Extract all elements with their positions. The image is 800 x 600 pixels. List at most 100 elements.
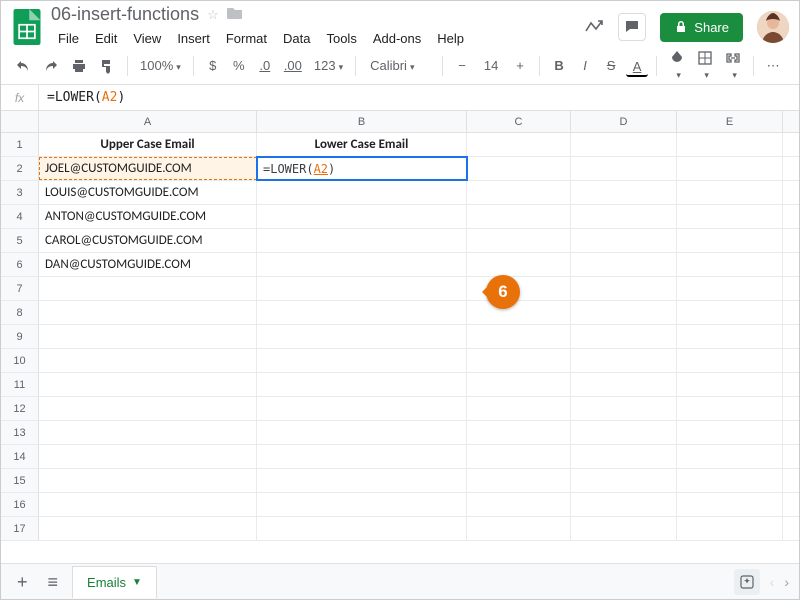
row-header-11[interactable]: 11: [1, 373, 39, 396]
cell-E5[interactable]: [677, 229, 783, 252]
cell-B14[interactable]: [257, 445, 467, 468]
cell-D6[interactable]: [571, 253, 677, 276]
star-icon[interactable]: ☆: [207, 7, 219, 23]
cell-C14[interactable]: [467, 445, 571, 468]
row-header-7[interactable]: 7: [1, 277, 39, 300]
cell-B10[interactable]: [257, 349, 467, 372]
cell-E15[interactable]: [677, 469, 783, 492]
cell-D15[interactable]: [571, 469, 677, 492]
number-format-select[interactable]: 123: [310, 54, 347, 77]
cell-B13[interactable]: [257, 421, 467, 444]
cell-A14[interactable]: [39, 445, 257, 468]
cell-B16[interactable]: [257, 493, 467, 516]
zoom-select[interactable]: 100%: [136, 54, 185, 77]
menu-edit[interactable]: Edit: [88, 27, 124, 50]
col-header-C[interactable]: C: [467, 111, 571, 132]
cell-B2[interactable]: =LOWER(A2): [257, 157, 467, 180]
row-header-4[interactable]: 4: [1, 205, 39, 228]
cell-E10[interactable]: [677, 349, 783, 372]
fill-color-button[interactable]: [665, 46, 689, 85]
cell-D8[interactable]: [571, 301, 677, 324]
cell-E17[interactable]: [677, 517, 783, 540]
cell-D12[interactable]: [571, 397, 677, 420]
cell-D4[interactable]: [571, 205, 677, 228]
strike-button[interactable]: S: [600, 54, 622, 77]
bold-button[interactable]: B: [548, 54, 570, 77]
print-button[interactable]: [67, 54, 91, 78]
cell-D14[interactable]: [571, 445, 677, 468]
col-header-A[interactable]: A: [39, 111, 257, 132]
cell-A3[interactable]: LOUIS@CUSTOMGUIDE.COM: [39, 181, 257, 204]
row-header-9[interactable]: 9: [1, 325, 39, 348]
undo-button[interactable]: [11, 54, 35, 78]
row-header-3[interactable]: 3: [1, 181, 39, 204]
cell-E7[interactable]: [677, 277, 783, 300]
cell-B9[interactable]: [257, 325, 467, 348]
cell-E9[interactable]: [677, 325, 783, 348]
chevron-down-icon[interactable]: ▼: [132, 577, 142, 588]
explore-button[interactable]: [734, 569, 760, 595]
menu-addons[interactable]: Add-ons: [366, 27, 428, 50]
cell-B12[interactable]: [257, 397, 467, 420]
redo-button[interactable]: [39, 54, 63, 78]
cell-C1[interactable]: [467, 133, 571, 156]
cell-B17[interactable]: [257, 517, 467, 540]
cell-A16[interactable]: [39, 493, 257, 516]
menu-help[interactable]: Help: [430, 27, 471, 50]
cell-C17[interactable]: [467, 517, 571, 540]
row-header-10[interactable]: 10: [1, 349, 39, 372]
col-header-E[interactable]: E: [677, 111, 783, 132]
doc-title[interactable]: 06-insert-functions: [51, 4, 199, 25]
cell-E11[interactable]: [677, 373, 783, 396]
font-size-increment[interactable]: +: [509, 54, 531, 77]
col-header-D[interactable]: D: [571, 111, 677, 132]
row-header-13[interactable]: 13: [1, 421, 39, 444]
cell-E1[interactable]: [677, 133, 783, 156]
cell-D2[interactable]: [571, 157, 677, 180]
col-header-B[interactable]: B: [257, 111, 467, 132]
font-family-select[interactable]: Calibri: [364, 54, 434, 77]
cell-A4[interactable]: ANTON@CUSTOMGUIDE.COM: [39, 205, 257, 228]
cell-A2[interactable]: JOEL@CUSTOMGUIDE.COM: [39, 157, 257, 180]
row-header-15[interactable]: 15: [1, 469, 39, 492]
cell-A8[interactable]: [39, 301, 257, 324]
merge-cells-button[interactable]: [721, 46, 745, 85]
cell-B8[interactable]: [257, 301, 467, 324]
cell-D16[interactable]: [571, 493, 677, 516]
cell-A1[interactable]: Upper Case Email: [39, 133, 257, 156]
tab-emails[interactable]: Emails ▼: [72, 566, 157, 598]
cell-E16[interactable]: [677, 493, 783, 516]
cell-A10[interactable]: [39, 349, 257, 372]
cell-E14[interactable]: [677, 445, 783, 468]
account-avatar[interactable]: [757, 11, 789, 43]
cell-D5[interactable]: [571, 229, 677, 252]
cell-D1[interactable]: [571, 133, 677, 156]
formula-input[interactable]: =LOWER(A2): [39, 90, 799, 105]
cell-C3[interactable]: [467, 181, 571, 204]
cell-A7[interactable]: [39, 277, 257, 300]
fx-label[interactable]: fx: [1, 85, 39, 110]
activity-icon[interactable]: [584, 17, 604, 37]
row-header-5[interactable]: 5: [1, 229, 39, 252]
cell-C6[interactable]: [467, 253, 571, 276]
cell-A12[interactable]: [39, 397, 257, 420]
percent-button[interactable]: %: [228, 54, 250, 77]
cell-D13[interactable]: [571, 421, 677, 444]
cell-B6[interactable]: [257, 253, 467, 276]
cell-A15[interactable]: [39, 469, 257, 492]
cell-B15[interactable]: [257, 469, 467, 492]
cell-E8[interactable]: [677, 301, 783, 324]
cell-B7[interactable]: [257, 277, 467, 300]
menu-tools[interactable]: Tools: [319, 27, 363, 50]
decrease-decimal-button[interactable]: .0: [254, 54, 276, 77]
menu-format[interactable]: Format: [219, 27, 274, 50]
cell-A11[interactable]: [39, 373, 257, 396]
comments-icon[interactable]: [618, 13, 646, 41]
row-header-14[interactable]: 14: [1, 445, 39, 468]
row-header-2[interactable]: 2: [1, 157, 39, 180]
row-header-8[interactable]: 8: [1, 301, 39, 324]
font-size-input[interactable]: 14: [477, 54, 505, 77]
cell-E3[interactable]: [677, 181, 783, 204]
cell-D3[interactable]: [571, 181, 677, 204]
cell-E12[interactable]: [677, 397, 783, 420]
